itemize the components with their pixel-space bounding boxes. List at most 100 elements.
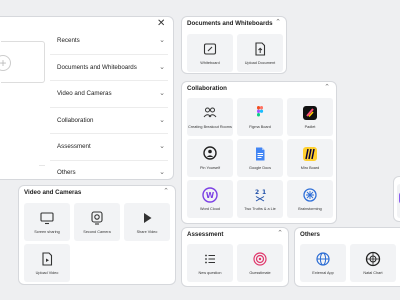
divider [50,107,168,108]
tile-padlet[interactable]: Padlet [287,98,333,136]
tile-label: Natal Chart [363,271,383,275]
chevron-down-icon: ⌄ [159,64,165,71]
tile-share-video[interactable]: Share Video [124,203,170,241]
tile-label: Whiteboard [200,61,220,65]
tile-figma-board[interactable]: Figma Board [237,98,283,136]
tile-second-camera[interactable]: Second Camera [74,203,120,241]
tile-upload-document[interactable]: Upload Document [237,34,283,72]
tile-natal-chart[interactable]: Natal Chart [350,244,396,282]
menu-item-others[interactable]: Others ⌄ [57,165,165,181]
divider [50,54,168,55]
menu-item-collaboration[interactable]: Collaboration ⌄ [57,113,165,129]
list-icon [205,254,215,264]
chevron-down-icon: ⌄ [159,169,165,176]
add-content-menu: + ··· ✕ Recents ⌄ Documents and Whiteboa… [0,16,174,180]
tile-brainstorming[interactable]: Brainstorming [287,180,333,218]
assessment-panel: Assessment ⌃ New question Guesstimate [181,227,289,287]
menu-item-label: Others [57,169,76,176]
tile-guesstimate[interactable]: Guesstimate [237,244,283,282]
tile-label: Pin Yourself [199,166,221,170]
upload-video-icon [42,252,53,266]
tile-screen-sharing[interactable]: Screen sharing [24,203,70,241]
chevron-down-icon: ⌄ [159,90,165,97]
chevron-up-icon[interactable]: ⌃ [163,187,169,195]
tile-label: New question [198,271,222,275]
camera-icon [91,211,103,225]
tile-two-truths[interactable]: 2 1 Two Truths & a Lie [237,180,283,218]
svg-text:W: W [206,191,215,200]
chevron-down-icon: ⌄ [159,37,165,44]
panel-title: Collaboration [187,85,227,92]
two-truths-icon: 2 1 [255,189,266,202]
menu-item-label: Assessment [57,143,91,150]
tile-breakout-rooms[interactable]: Creating Breakout Rooms [187,98,233,136]
word-cloud-icon: W [202,187,218,203]
menu-item-label: Collaboration [57,117,94,124]
collaboration-panel: Collaboration ⌃ Creating Breakout Rooms … [181,81,337,224]
panel-title: Assessment [187,231,224,238]
more-options-icon[interactable]: ··· [39,163,45,169]
tile-label: Two Truths & a Lie [244,207,276,211]
add-icon[interactable]: + [0,55,11,71]
tile-label: Padlet [304,125,316,129]
tile-label: Guesstimate [249,271,271,275]
others-panel: Others External App Natal Chart [294,227,400,287]
menu-item-recents[interactable]: Recents ⌄ [57,33,165,49]
video-cameras-panel: Video and Cameras ⌃ Screen sharing Secon… [18,185,176,285]
figma-icon [257,106,264,117]
svg-text:1: 1 [262,189,266,196]
chevron-down-icon: ⌄ [159,117,165,124]
close-icon[interactable]: ✕ [157,18,165,29]
documents-whiteboards-panel: Documents and Whiteboards ⌃ Whiteboard U… [181,16,287,74]
panel-title: Others [300,231,320,238]
tile-label: Upload Document [244,61,276,65]
brainstorming-icon [303,188,317,202]
svg-text:2: 2 [255,189,259,196]
menu-item-label: Video and Cameras [57,90,112,97]
tile-upload-video[interactable]: Upload Video [24,244,70,282]
chevron-up-icon[interactable]: ⌃ [277,229,283,237]
tile-label: Word Cloud [200,207,220,211]
menu-item-label: Documents and Whiteboards [57,64,137,71]
target-icon [253,252,267,266]
tile-label: Second Camera [83,230,111,234]
panel-title: Documents and Whiteboards [187,20,273,27]
tile-pin-yourself[interactable]: Pin Yourself [187,139,233,177]
tile-whiteboard[interactable]: Whiteboard [187,34,233,72]
screen-share-icon [40,212,54,225]
tile-label: Share Video [136,230,158,234]
tile-external-app[interactable]: External App [300,244,346,282]
play-icon [144,213,152,223]
menu-item-video-cameras[interactable]: Video and Cameras ⌄ [57,86,165,102]
menu-item-documents-whiteboards[interactable]: Documents and Whiteboards ⌄ [57,60,165,76]
chevron-up-icon[interactable]: ⌃ [275,18,281,26]
panel-title: Video and Cameras [24,189,82,196]
tile-label: Screen sharing [34,230,60,234]
tile-word-cloud[interactable]: W Word Cloud [187,180,233,218]
tile-label: Google Docs [249,166,271,170]
miro-icon [303,147,317,161]
pin-icon [203,146,217,160]
tile-label: Figma Board [249,125,271,129]
whiteboard-icon [203,43,217,55]
google-docs-icon [256,147,265,161]
partial-panel: W [393,176,400,222]
tile-google-docs[interactable]: Google Docs [237,139,283,177]
menu-item-label: Recents [57,37,80,44]
chevron-down-icon: ⌄ [159,143,165,150]
external-app-icon [316,252,330,266]
upload-document-icon [255,42,266,56]
menu-item-assessment[interactable]: Assessment ⌄ [57,139,165,155]
preview-box: + [0,41,45,83]
tile-label: Brainstorming [298,207,322,211]
breakout-rooms-icon [203,107,217,118]
tile-label: Upload Video [35,271,59,275]
divider [50,133,168,134]
divider [50,80,168,81]
tile-miro-board[interactable]: Miro Board [287,139,333,177]
tile-label: Miro Board [300,166,320,170]
chevron-up-icon[interactable]: ⌃ [324,83,330,91]
padlet-icon [303,106,317,120]
tile-new-question[interactable]: New question [187,244,233,282]
tile-label: External App [312,271,334,275]
